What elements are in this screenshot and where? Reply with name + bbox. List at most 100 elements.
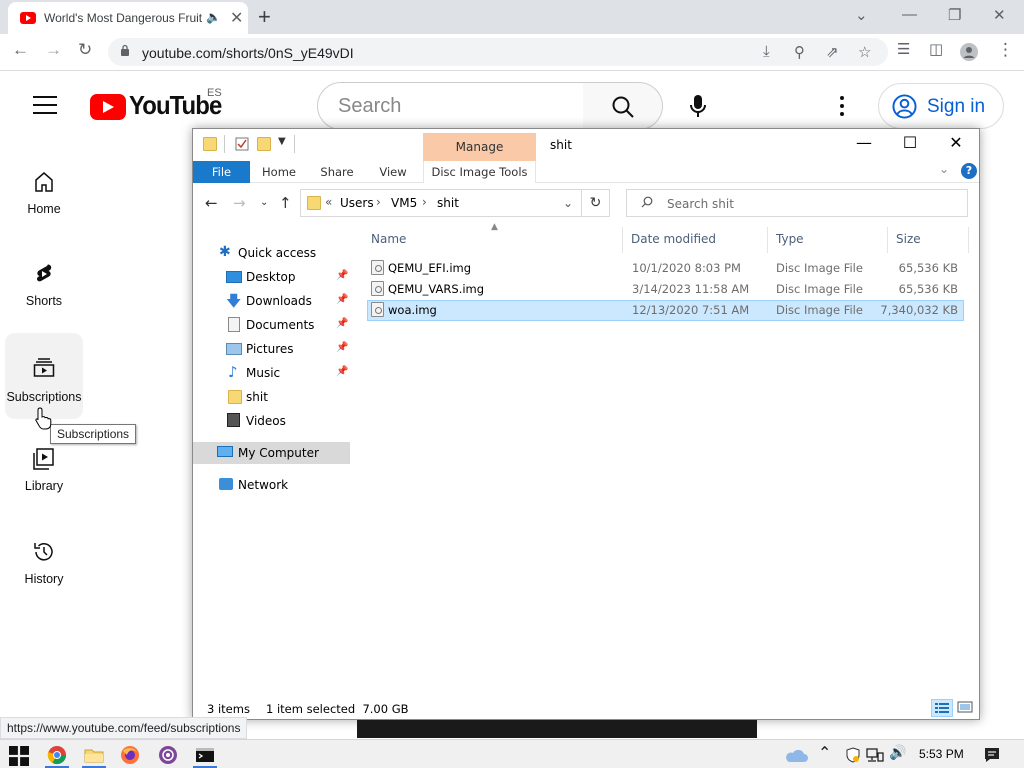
notifications-icon[interactable] xyxy=(983,746,1001,764)
defender-shield-icon[interactable] xyxy=(845,747,861,763)
nav-videos[interactable]: Videos xyxy=(193,410,350,432)
breadcrumb-shit[interactable]: shit xyxy=(437,196,459,210)
hamburger-menu-icon[interactable] xyxy=(33,96,57,114)
onedrive-cloud-icon[interactable] xyxy=(784,746,808,766)
back-icon[interactable]: ← xyxy=(205,194,218,212)
reload-icon[interactable]: ↻ xyxy=(78,40,92,60)
column-divider[interactable] xyxy=(968,227,969,253)
video-thumbnail[interactable] xyxy=(357,720,757,738)
close-icon[interactable]: ✕ xyxy=(933,133,979,157)
chevron-right-icon[interactable]: › xyxy=(376,195,381,209)
column-header-size[interactable]: Size xyxy=(896,232,921,246)
address-box[interactable]: « Users › VM5 › shit ⌄ xyxy=(300,189,582,217)
bookmark-star-icon[interactable]: ☆ xyxy=(858,43,871,61)
sign-in-button[interactable]: Sign in xyxy=(878,83,1004,129)
nav-folder-shit[interactable]: shit xyxy=(193,386,350,408)
forward-icon[interactable]: → xyxy=(45,40,62,60)
new-folder-icon[interactable] xyxy=(257,137,271,151)
network-status-icon[interactable] xyxy=(866,747,884,763)
minimize-icon[interactable]: — xyxy=(841,133,887,157)
nav-desktop[interactable]: Desktop 📌 xyxy=(193,266,350,288)
tab-disc-image-tools[interactable]: Disc Image Tools xyxy=(423,161,536,183)
nav-quick-access[interactable]: ✱ Quick access xyxy=(193,242,350,264)
pin-icon[interactable]: 📌 xyxy=(336,318,348,329)
column-header-name[interactable]: Name xyxy=(371,232,406,246)
file-explorer-icon[interactable] xyxy=(84,745,104,765)
nav-network[interactable]: Network xyxy=(193,474,350,496)
large-icons-view-button[interactable] xyxy=(955,699,977,717)
quick-access-dropdown-icon[interactable]: ▼ xyxy=(278,136,286,147)
nav-documents[interactable]: Documents 📌 xyxy=(193,314,350,336)
profile-avatar-icon[interactable] xyxy=(960,43,978,61)
nav-history[interactable]: History xyxy=(5,530,83,610)
show-hidden-icons-icon[interactable]: ⌃ xyxy=(818,743,831,763)
tor-browser-icon[interactable] xyxy=(158,745,178,765)
address-dropdown-icon[interactable]: ⌄ xyxy=(563,196,573,210)
close-window-icon[interactable]: ✕ xyxy=(993,6,1006,24)
tab-home[interactable]: Home xyxy=(255,161,303,183)
tab-view[interactable]: View xyxy=(369,161,417,183)
explorer-search-box[interactable]: Search shit xyxy=(626,189,968,217)
refresh-button[interactable]: ↻ xyxy=(582,189,610,217)
volume-icon[interactable]: 🔊 xyxy=(889,744,906,761)
tab-file[interactable]: File xyxy=(193,161,250,183)
youtube-search-box[interactable] xyxy=(317,82,584,130)
column-divider[interactable] xyxy=(767,227,768,253)
help-icon[interactable]: ? xyxy=(961,163,977,179)
breadcrumb-users[interactable]: Users xyxy=(340,196,374,210)
nav-shorts[interactable]: Shorts xyxy=(5,252,83,332)
restore-icon[interactable]: ❐ xyxy=(948,6,961,24)
windows-start-icon[interactable] xyxy=(9,746,29,766)
pin-icon[interactable]: 📌 xyxy=(336,366,348,377)
column-header-type[interactable]: Type xyxy=(776,232,804,246)
microphone-icon[interactable] xyxy=(688,94,708,118)
nav-library[interactable]: Library xyxy=(5,437,83,517)
browser-tab[interactable]: World's Most Dangerous Fruit 🔈 ✕ xyxy=(8,2,248,34)
back-icon[interactable]: ← xyxy=(12,40,29,60)
nav-my-computer[interactable]: My Computer xyxy=(193,442,350,464)
media-control-icon[interactable]: ☰ xyxy=(897,40,910,58)
nav-music[interactable]: ♪ Music 📌 xyxy=(193,362,350,384)
address-bar[interactable]: youtube.com/shorts/0nS_yE49vDI ⤓ ⚲ ⇗ ☆ xyxy=(108,38,888,66)
tab-search-icon[interactable]: ⌄ xyxy=(855,6,868,24)
minimize-icon[interactable]: — xyxy=(902,6,917,23)
youtube-logo-icon[interactable] xyxy=(90,94,126,120)
chrome-icon[interactable] xyxy=(47,745,67,765)
nav-pictures[interactable]: Pictures 📌 xyxy=(193,338,350,360)
new-tab-button[interactable]: + xyxy=(258,4,271,30)
column-divider[interactable] xyxy=(622,227,623,253)
pin-icon[interactable]: 📌 xyxy=(336,342,348,353)
nav-home[interactable]: Home xyxy=(5,160,83,240)
details-view-button[interactable] xyxy=(931,699,953,717)
youtube-search-button[interactable] xyxy=(583,82,663,130)
pin-icon[interactable]: 📌 xyxy=(336,270,348,281)
recent-locations-icon[interactable]: ⌄ xyxy=(260,197,268,208)
speaker-icon[interactable]: 🔈 xyxy=(206,10,221,24)
install-icon[interactable]: ⤓ xyxy=(763,43,770,60)
close-tab-icon[interactable]: ✕ xyxy=(230,8,243,28)
pin-icon[interactable]: 📌 xyxy=(336,294,348,305)
column-header-date-modified[interactable]: Date modified xyxy=(631,232,716,246)
forward-icon[interactable]: → xyxy=(233,194,246,212)
properties-icon[interactable] xyxy=(235,137,249,151)
command-prompt-icon[interactable] xyxy=(195,745,215,765)
chrome-menu-icon[interactable]: ⋮ xyxy=(997,40,1014,60)
column-divider[interactable] xyxy=(887,227,888,253)
file-row-selected[interactable]: woa.img 12/13/2020 7:51 AM Disc Image Fi… xyxy=(367,300,964,321)
share-icon[interactable]: ⇗ xyxy=(826,43,839,61)
youtube-search-input[interactable] xyxy=(338,95,578,118)
zoom-icon[interactable]: ⚲ xyxy=(794,43,805,61)
breadcrumb-vm5[interactable]: VM5 xyxy=(391,196,417,210)
breadcrumb-overflow[interactable]: « xyxy=(325,195,332,209)
file-row[interactable]: QEMU_EFI.img 10/1/2020 8:03 PM Disc Imag… xyxy=(367,258,964,279)
system-clock[interactable]: 5:53 PM xyxy=(919,747,964,761)
nav-downloads[interactable]: 🡇 Downloads 📌 xyxy=(193,290,350,312)
file-row[interactable]: QEMU_VARS.img 3/14/2023 11:58 AM Disc Im… xyxy=(367,279,964,300)
side-panel-icon[interactable]: ◫ xyxy=(929,40,943,58)
expand-ribbon-icon[interactable]: ⌄ xyxy=(939,162,949,176)
firefox-icon[interactable] xyxy=(120,745,140,765)
maximize-icon[interactable]: ☐ xyxy=(887,133,933,157)
settings-kebab-icon[interactable] xyxy=(840,96,844,116)
chevron-right-icon[interactable]: › xyxy=(422,195,427,209)
up-icon[interactable]: ↑ xyxy=(279,194,292,212)
